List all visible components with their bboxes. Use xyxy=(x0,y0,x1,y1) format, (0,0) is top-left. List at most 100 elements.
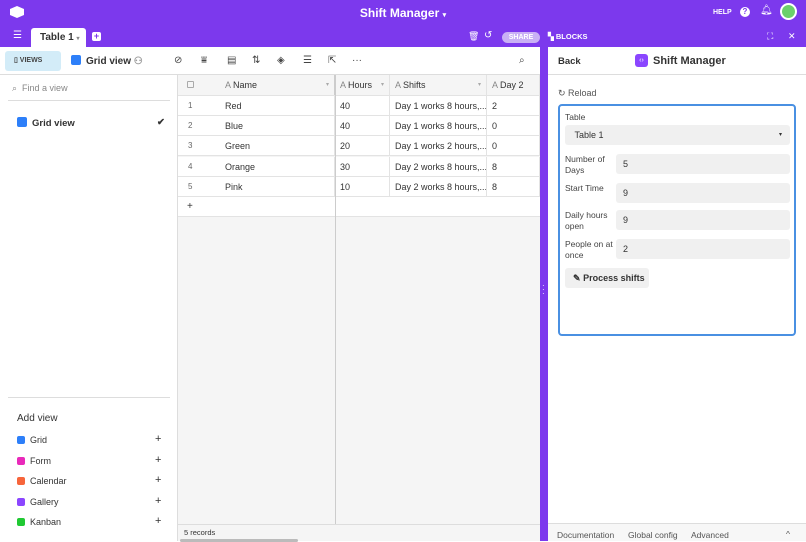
cell-name[interactable]: Pink xyxy=(220,176,335,197)
cell-name[interactable]: Red xyxy=(220,96,335,116)
views-sidebar: ⌕ Find a view Grid view ✔ Add view Grid + F… xyxy=(0,75,178,541)
search-icon[interactable]: ⌕ xyxy=(519,55,525,66)
add-calendar-plus-icon[interactable]: + xyxy=(155,474,161,486)
documentation-link[interactable]: Documentation xyxy=(557,530,614,540)
cell-hours[interactable]: 20 xyxy=(335,136,390,157)
footer-bar: 5 records xyxy=(178,524,540,542)
table-row[interactable]: 3 Green 20 Day 1 works 2 hours,... 0 xyxy=(178,136,540,157)
add-view-grid[interactable]: Grid xyxy=(17,435,47,445)
avatar[interactable] xyxy=(780,3,797,20)
view-name[interactable]: Grid view ⚇ xyxy=(71,55,143,67)
add-view-form[interactable]: Form xyxy=(17,456,51,466)
view-item-grid-view[interactable]: Grid view ✔ xyxy=(17,117,165,129)
help-link[interactable]: HELP xyxy=(713,9,732,16)
advanced-link[interactable]: Advanced xyxy=(691,530,729,540)
cell-day-2[interactable]: 8 xyxy=(487,176,540,197)
history-icon[interactable]: ↺ xyxy=(484,30,492,41)
form-view-icon xyxy=(17,456,25,465)
column-header-day-2[interactable]: A Day 2 xyxy=(487,75,540,95)
cell-shifts[interactable]: Day 2 works 8 hours,... xyxy=(390,176,487,197)
find-view-input[interactable]: ⌕ Find a view xyxy=(8,83,170,101)
help-icon[interactable]: ? xyxy=(740,7,750,17)
tab-table-1[interactable]: Table 1 ▾ xyxy=(31,28,86,47)
cell-hours[interactable]: 40 xyxy=(335,96,390,116)
bell-icon[interactable]: 🔔︎ xyxy=(760,5,773,16)
cell-shifts[interactable]: Day 1 works 2 hours,... xyxy=(390,136,487,157)
add-view-calendar[interactable]: Calendar xyxy=(17,476,67,486)
chevron-up-icon[interactable]: ^ xyxy=(786,529,790,539)
column-label: Hours xyxy=(348,80,373,90)
column-header-name[interactable]: A Name ▾ xyxy=(220,75,335,95)
views-toggle-button[interactable]: ▯ VIEWS xyxy=(5,51,61,71)
select-all-checkbox[interactable] xyxy=(178,75,220,95)
close-icon[interactable]: ✕ xyxy=(788,31,796,42)
reload-button[interactable]: ↻ Reload xyxy=(558,88,597,99)
process-shifts-button[interactable]: ✎ Process shifts xyxy=(565,268,649,288)
base-title[interactable]: Shift Manager ▾ xyxy=(0,6,806,20)
collaborators-icon: ⚇ xyxy=(133,56,143,67)
field-input-1[interactable]: 9 xyxy=(616,183,790,203)
add-gallery-plus-icon[interactable]: + xyxy=(155,495,161,507)
hide-fields-icon[interactable]: ⊘ xyxy=(174,55,182,66)
cell-hours[interactable]: 10 xyxy=(335,176,390,197)
cell-day-2[interactable]: 2 xyxy=(487,96,540,116)
menu-icon[interactable]: ☰ xyxy=(13,30,22,41)
panel-resize-handle[interactable]: · · · xyxy=(540,47,548,541)
row-height-icon[interactable]: ☰ xyxy=(303,55,312,66)
fullscreen-icon[interactable]: ⛶ xyxy=(767,31,773,42)
column-header-hours[interactable]: A Hours ▾ xyxy=(335,75,390,95)
row-number: 1 xyxy=(188,101,193,110)
view-type-label: Form xyxy=(30,455,51,466)
field-input-0[interactable]: 5 xyxy=(616,154,790,174)
filter-icon[interactable]: ⩸ xyxy=(201,55,207,66)
view-type-label: Grid xyxy=(30,435,48,445)
share-view-icon[interactable]: ⇱ xyxy=(328,55,336,66)
add-table-icon[interactable]: + xyxy=(92,32,101,41)
kanban-view-icon xyxy=(17,518,25,526)
sort-icon[interactable]: ⇅ xyxy=(252,55,260,66)
view-name-label: Grid view xyxy=(86,56,132,67)
cell-shifts[interactable]: Day 1 works 8 hours,... xyxy=(390,116,487,137)
column-label: Day 2 xyxy=(500,80,524,90)
add-view-gallery[interactable]: Gallery xyxy=(17,497,59,507)
cell-name[interactable]: Green xyxy=(220,136,335,157)
grid-icon xyxy=(17,117,27,127)
view-type-label: Calendar xyxy=(30,476,67,486)
table-row[interactable]: 1 Red 40 Day 1 works 8 hours,... 2 xyxy=(178,96,540,116)
cell-shifts[interactable]: Day 1 works 8 hours,... xyxy=(390,96,487,116)
color-icon[interactable]: ◈ xyxy=(277,55,285,66)
cell-day-2[interactable]: 0 xyxy=(487,136,540,157)
group-icon[interactable]: ▤ xyxy=(227,55,236,66)
more-icon[interactable]: ··· xyxy=(352,55,362,66)
global-config-link[interactable]: Global config xyxy=(628,530,678,540)
table-row[interactable]: 5 Pink 10 Day 2 works 8 hours,... 8 xyxy=(178,176,540,197)
blocks-button[interactable]: ▚ BLOCKS xyxy=(548,32,588,41)
cell-hours[interactable]: 40 xyxy=(335,116,390,137)
column-label: Shifts xyxy=(403,80,426,90)
field-input-3[interactable]: 2 xyxy=(616,239,790,259)
share-button[interactable]: SHARE xyxy=(502,32,540,43)
cell-day-2[interactable]: 0 xyxy=(487,116,540,137)
field-input-2[interactable]: 9 xyxy=(616,210,790,230)
cell-day-2[interactable]: 8 xyxy=(487,156,540,177)
table-row[interactable]: 2 Blue 40 Day 1 works 8 hours,... 0 xyxy=(178,116,540,137)
add-row-button[interactable]: + xyxy=(178,197,540,217)
add-grid-plus-icon[interactable]: + xyxy=(155,433,161,445)
back-button[interactable]: Back xyxy=(558,56,581,67)
sidebar-divider xyxy=(8,397,170,398)
trash-icon[interactable]: 🗑︎ xyxy=(468,31,479,42)
cell-name[interactable]: Orange xyxy=(220,156,335,177)
table-select[interactable]: Table 1 ▾ xyxy=(565,125,790,145)
cell-name[interactable]: Blue xyxy=(220,116,335,137)
cell-hours[interactable]: 30 xyxy=(335,156,390,177)
panel-footer: Documentation Global config Advanced ^ xyxy=(548,523,806,541)
cell-shifts[interactable]: Day 2 works 8 hours,... xyxy=(390,156,487,177)
add-kanban-plus-icon[interactable]: + xyxy=(155,515,161,527)
add-view-kanban[interactable]: Kanban xyxy=(17,517,61,527)
add-form-plus-icon[interactable]: + xyxy=(155,454,161,466)
view-type-label: Gallery xyxy=(30,496,59,507)
find-view-placeholder: Find a view xyxy=(22,83,68,93)
reload-label: Reload xyxy=(568,88,597,98)
column-header-shifts[interactable]: A Shifts ▾ xyxy=(390,75,487,95)
table-row[interactable]: 4 Orange 30 Day 2 works 8 hours,... 8 xyxy=(178,156,540,177)
